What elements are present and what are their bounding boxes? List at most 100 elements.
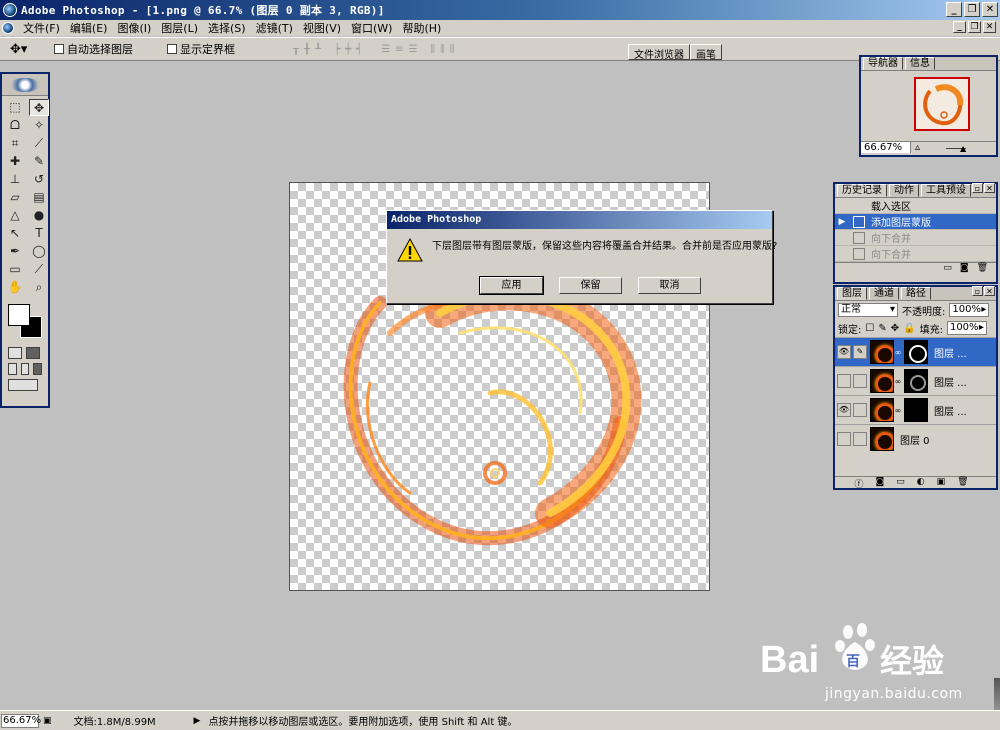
menu-select[interactable]: 选择(S) (203, 20, 251, 36)
new-snapshot-icon[interactable]: ◙ (960, 263, 969, 274)
brush-tool-icon[interactable]: ✎ (29, 153, 49, 170)
layer-mask-thumbnail[interactable] (904, 398, 928, 422)
full-screen-icon[interactable] (33, 363, 43, 375)
distribute-left-icon[interactable]: ⫼ (431, 44, 437, 55)
tab-history[interactable]: 历史记录 (837, 184, 887, 197)
menu-edit[interactable]: 编辑(E) (65, 20, 113, 36)
add-mask-icon[interactable]: ◙ (875, 477, 884, 488)
layer-thumbnail[interactable] (870, 340, 894, 364)
align-bottom-icon[interactable]: ┸ (315, 44, 322, 55)
standard-screen-icon[interactable] (8, 363, 17, 375)
distribute-top-icon[interactable]: ☰ (381, 44, 391, 55)
new-set-icon[interactable]: ▭ (896, 477, 905, 488)
new-layer-icon[interactable]: ▣ (937, 477, 946, 488)
quick-mask-mode-icon[interactable] (26, 347, 40, 359)
tab-info[interactable]: 信息 (905, 57, 935, 70)
shape-tool-icon[interactable]: ◯ (29, 243, 49, 260)
hand-tool-icon[interactable]: ✋ (5, 279, 25, 296)
close-button[interactable]: ✕ (982, 2, 998, 17)
checkbox-box[interactable] (54, 44, 64, 54)
eyedropper-tool-icon[interactable]: ⟋ (29, 261, 49, 278)
history-item-active[interactable]: ▶ 添加图层蒙版 (835, 214, 996, 230)
delete-layer-icon[interactable]: 🗑 (957, 477, 968, 488)
delete-state-icon[interactable]: 🗑 (977, 263, 988, 274)
tab-paths[interactable]: 路径 (901, 287, 931, 300)
layer-name[interactable]: 图层 ... (934, 374, 967, 389)
distribute-hcenter-icon[interactable]: ⫼ (440, 44, 446, 55)
tab-actions[interactable]: 动作 (889, 184, 919, 197)
layer-visibility-eye-icon[interactable]: 👁 (837, 345, 851, 359)
adjustment-layer-icon[interactable]: ◐ (917, 477, 925, 488)
dodge-tool-icon[interactable]: ● (29, 207, 49, 224)
type-tool-icon[interactable]: T (29, 225, 49, 242)
layer-link-icon[interactable] (853, 374, 867, 388)
lock-position-icon[interactable]: ✥ (891, 323, 899, 334)
align-top-icon[interactable]: ┰ (293, 44, 300, 55)
crop-tool-icon[interactable]: ⌗ (5, 135, 25, 152)
panel-close-button[interactable]: ✕ (984, 286, 995, 296)
status-zoom-field[interactable]: 66.67% (1, 713, 41, 728)
layer-row[interactable]: 👁 ∞ 图层 ... (835, 366, 996, 395)
mask-link-icon[interactable]: ∞ (894, 348, 902, 357)
clone-stamp-tool-icon[interactable]: ⊥ (5, 171, 25, 188)
menu-image[interactable]: 图像(I) (112, 20, 156, 36)
slice-tool-icon[interactable]: ⟋ (29, 135, 49, 152)
restore-button[interactable]: ❐ (964, 2, 980, 17)
layer-visibility-eye-icon[interactable]: 👁 (837, 374, 851, 388)
toolbox-header[interactable] (2, 74, 48, 96)
distribute-right-icon[interactable]: ⫼ (450, 44, 456, 55)
foreground-color-swatch[interactable] (8, 304, 30, 326)
menu-help[interactable]: 帮助(H) (397, 20, 446, 36)
photoshop-app-icon[interactable] (3, 3, 17, 17)
distribute-vcenter-icon[interactable]: ≡ (395, 44, 404, 55)
dialog-title[interactable]: Adobe Photoshop (387, 211, 772, 229)
layer-name[interactable]: 图层 ... (934, 345, 967, 360)
panel-close-button[interactable]: ✕ (984, 183, 995, 193)
fill-field[interactable]: 100% ▸ (946, 321, 987, 335)
align-hcenter-icon[interactable]: ┿ (345, 44, 352, 55)
tab-brushes[interactable]: 画笔 (690, 44, 722, 61)
doc-close-button[interactable]: ✕ (983, 21, 996, 33)
panel-minimize-button[interactable]: ▫ (972, 286, 983, 296)
layer-brush-icon[interactable]: ✎ (853, 345, 867, 359)
doc-restore-button[interactable]: ❐ (968, 21, 981, 33)
doc-minimize-button[interactable]: _ (953, 21, 966, 33)
minimize-button[interactable]: _ (946, 2, 962, 17)
preserve-button[interactable]: 保留 (559, 277, 622, 294)
slider-knob-icon[interactable]: ▲ (960, 144, 966, 153)
marquee-tool-icon[interactable]: ⬚ (5, 99, 25, 116)
move-tool-preset-icon[interactable]: ✥▾ (10, 39, 40, 59)
layer-row[interactable]: 👁 图层 0 (835, 424, 996, 453)
move-tool-icon[interactable]: ✥ (29, 99, 49, 116)
layer-thumbnail[interactable] (870, 398, 894, 422)
layer-link-icon[interactable] (853, 432, 867, 446)
distribute-bottom-icon[interactable]: ☰ (409, 44, 419, 55)
show-bounds-checkbox[interactable]: 显示定界框 (167, 41, 235, 57)
align-right-icon[interactable]: ┥ (356, 44, 363, 55)
menu-layer[interactable]: 图层(L) (156, 20, 203, 36)
cancel-button[interactable]: 取消 (638, 277, 701, 294)
align-vcenter-icon[interactable]: ╂ (304, 44, 311, 55)
adobe-eye-icon[interactable] (10, 77, 40, 92)
status-document-icon[interactable]: ▣ (43, 716, 52, 726)
lock-all-icon[interactable]: 🔒 (903, 323, 915, 334)
layer-row[interactable]: 👁 ✎ ∞ 图层 ... (835, 337, 996, 366)
status-doc-size[interactable]: 文档:1.8M/8.99M (74, 713, 194, 728)
layer-link-icon[interactable] (853, 403, 867, 417)
align-left-icon[interactable]: ┝ (334, 44, 341, 55)
lasso-tool-icon[interactable]: ᗝ (5, 117, 25, 134)
history-brush-tool-icon[interactable]: ↺ (29, 171, 49, 188)
layer-thumbnail[interactable] (870, 427, 894, 451)
history-brush-source-icon[interactable]: ▶ (835, 217, 849, 227)
layer-mask-thumbnail[interactable] (904, 369, 928, 393)
blend-mode-select[interactable]: 正常 ▾ (838, 303, 898, 317)
menu-window[interactable]: 窗口(W) (346, 20, 397, 36)
apply-button[interactable]: 应用 (479, 276, 544, 295)
layer-name[interactable]: 图层 ... (934, 403, 967, 418)
history-item[interactable]: 载入选区 (835, 198, 996, 214)
menu-view[interactable]: 视图(V) (298, 20, 346, 36)
healing-brush-tool-icon[interactable]: ✚ (5, 153, 25, 170)
tab-layers[interactable]: 图层 (837, 287, 867, 300)
mask-link-icon[interactable]: ∞ (894, 377, 902, 386)
zoom-tool-icon[interactable]: ⌕ (29, 279, 49, 296)
